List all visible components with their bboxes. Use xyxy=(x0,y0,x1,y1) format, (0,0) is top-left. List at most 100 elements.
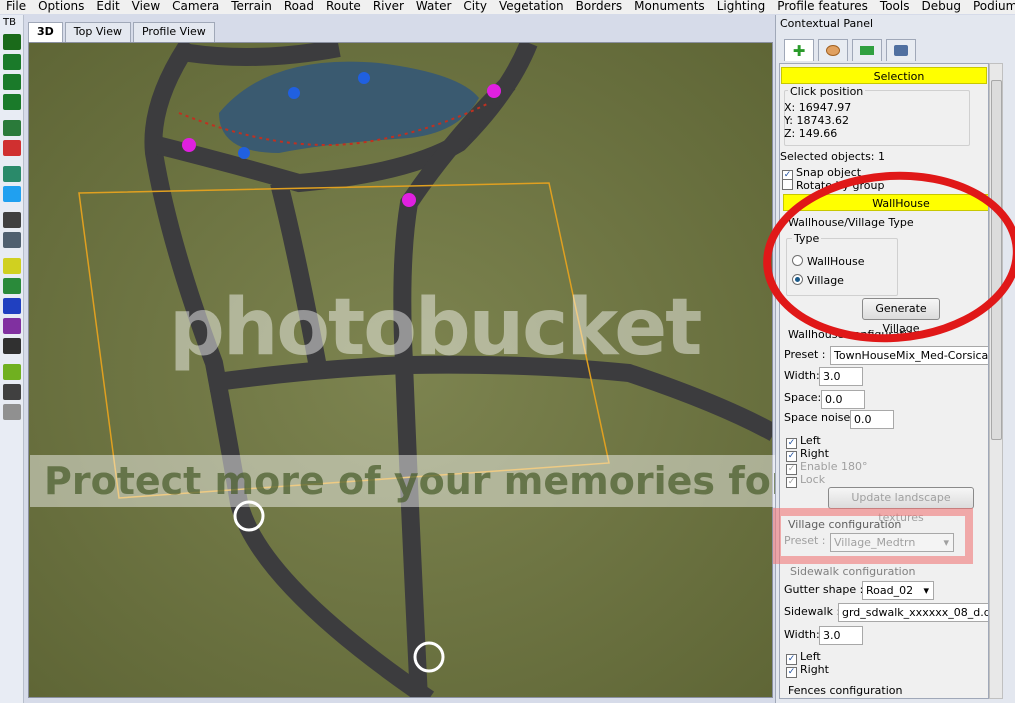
river-icon[interactable] xyxy=(3,166,21,182)
menu-lighting[interactable]: Lighting xyxy=(711,0,772,14)
sidewalk-width-input[interactable]: 3.0 xyxy=(819,626,863,645)
menu-options[interactable]: Options xyxy=(32,0,90,14)
tab-top-view[interactable]: Top View xyxy=(64,22,131,42)
tab-3d[interactable]: 3D xyxy=(28,22,63,42)
menu-monuments[interactable]: Monuments xyxy=(628,0,711,14)
snap-label: Snap object xyxy=(796,166,862,179)
menu-river[interactable]: River xyxy=(367,0,410,14)
village-preset-value: Village_Medtrn xyxy=(834,536,916,549)
terrain-flatten-icon[interactable] xyxy=(3,54,21,70)
camera-icon[interactable] xyxy=(886,39,916,61)
lock-checkbox[interactable]: ✓ Lock xyxy=(786,473,825,488)
menu-debug[interactable]: Debug xyxy=(915,0,966,14)
terrain-lower-icon[interactable] xyxy=(3,74,21,90)
city-grid-icon[interactable] xyxy=(3,212,21,228)
gutter-shape-value: Road_02 xyxy=(866,584,914,597)
path-icon[interactable] xyxy=(3,318,21,334)
route-icon[interactable] xyxy=(3,140,21,156)
x-coordinate: X: 16947.97 xyxy=(784,101,852,114)
preset-field[interactable]: TownHouseMix_Med-Corsica xyxy=(830,346,988,365)
radio-wallhouse[interactable]: WallHouse xyxy=(792,255,865,268)
menu-city[interactable]: City xyxy=(457,0,493,14)
menu-vegetation[interactable]: Vegetation xyxy=(493,0,570,14)
wallhouse-header: WallHouse xyxy=(783,194,988,211)
3d-viewport[interactable]: photobucket xyxy=(28,42,773,698)
puzzle-icon[interactable]: ✚ xyxy=(784,39,814,61)
selected-objects: Selected objects: 1 xyxy=(780,150,886,163)
sidewalk-label: Sidewalk : xyxy=(784,605,841,618)
width-label: Width: xyxy=(784,369,820,382)
generate-village-button[interactable]: Generate Village xyxy=(862,298,940,335)
menu-borders[interactable]: Borders xyxy=(570,0,628,14)
village-option-label: Village xyxy=(807,274,844,287)
wallhouse-option-label: WallHouse xyxy=(807,255,865,268)
menu-road[interactable]: Road xyxy=(278,0,320,14)
sidewalk-field[interactable]: grd_sdwalk_xxxxxx_08_d.dds xyxy=(838,603,988,622)
chevron-down-icon: ▾ xyxy=(923,584,929,597)
menu-route[interactable]: Route xyxy=(320,0,367,14)
menu-file[interactable]: File xyxy=(0,0,32,14)
house-icon[interactable] xyxy=(3,338,21,354)
chevron-down-icon: ▾ xyxy=(943,536,949,549)
menu-terrain[interactable]: Terrain xyxy=(225,0,278,14)
rotate-label: Rotate by group xyxy=(796,179,885,192)
menu-podium[interactable]: Podium xyxy=(967,0,1015,14)
menu-water[interactable]: Water xyxy=(410,0,457,14)
water-icon[interactable] xyxy=(3,186,21,202)
radio-village[interactable]: Village xyxy=(792,274,844,287)
terrain-level-icon[interactable] xyxy=(3,94,21,110)
scrollbar-thumb[interactable] xyxy=(991,80,1002,440)
sidewalk-left-label: Left xyxy=(800,650,821,663)
y-coordinate: Y: 18743.62 xyxy=(784,114,849,127)
menu-edit[interactable]: Edit xyxy=(90,0,125,14)
menu-view[interactable]: View xyxy=(126,0,166,14)
sidewalk-right-label: Right xyxy=(800,663,829,676)
misc-icon[interactable] xyxy=(3,404,21,420)
menu-profile-features[interactable]: Profile features xyxy=(771,0,874,14)
gutter-shape-dropdown[interactable]: Road_02 ▾ xyxy=(862,581,934,600)
terrain-raise-icon[interactable] xyxy=(3,34,21,50)
space-label: Space: xyxy=(784,391,822,404)
update-landscape-textures-button[interactable]: Update landscape textures xyxy=(828,487,974,524)
panel-scrollbar[interactable] xyxy=(989,63,1003,699)
texture-icon[interactable] xyxy=(3,258,21,274)
width-input[interactable]: 3.0 xyxy=(819,367,863,386)
tool-bar: TB xyxy=(0,15,24,703)
menu-camera[interactable]: Camera xyxy=(166,0,225,14)
left-label: Left xyxy=(800,434,821,447)
space-noise-label: Space noise: xyxy=(784,411,854,424)
type-label: Type xyxy=(792,232,822,245)
road-icon[interactable] xyxy=(3,120,21,136)
wallhouse-config-label: Wallhouse configuration xyxy=(788,328,921,341)
preset-label: Preset : xyxy=(784,348,826,361)
lock-label: Lock xyxy=(800,473,826,486)
village-preset-label: Preset : xyxy=(784,534,826,547)
gutter-shape-label: Gutter shape : xyxy=(784,583,864,596)
right-label: Right xyxy=(800,447,829,460)
sidewalk-right-checkbox[interactable]: ✓ Right xyxy=(786,663,829,678)
sidewalk-width-label: Width: xyxy=(784,628,820,641)
space-input[interactable]: 0.0 xyxy=(821,390,865,409)
watermark-brand: photobucket xyxy=(169,283,702,373)
rotate-by-group-checkbox[interactable]: Rotate by group xyxy=(782,179,884,192)
village-config-label: Village configuration xyxy=(788,518,902,531)
sidewalk-config-label: Sidewalk configuration xyxy=(790,565,916,578)
village-preset-dropdown[interactable]: Village_Medtrn ▾ xyxy=(830,533,954,552)
enable-180-label: Enable 180° xyxy=(800,460,868,473)
teapot-object-icon[interactable] xyxy=(3,298,21,314)
building-icon[interactable] xyxy=(3,232,21,248)
layer-icon[interactable] xyxy=(852,39,882,61)
click-position-label: Click position xyxy=(788,85,866,98)
menu-bar: File Options Edit View Camera Terrain Road Rout… xyxy=(0,0,1015,14)
fences-config-label: Fences configuration xyxy=(788,684,903,697)
selection-header: Selection xyxy=(781,67,987,84)
tab-profile-view[interactable]: Profile View xyxy=(132,22,215,42)
palette-icon[interactable] xyxy=(818,39,848,61)
panel-title: Contextual Panel xyxy=(780,17,874,30)
lightning-icon[interactable] xyxy=(3,364,21,380)
fence-icon[interactable] xyxy=(3,384,21,400)
tree-icon[interactable] xyxy=(3,278,21,294)
menu-tools[interactable]: Tools xyxy=(874,0,916,14)
space-noise-input[interactable]: 0.0 xyxy=(850,410,894,429)
z-coordinate: Z: 149.66 xyxy=(784,127,838,140)
